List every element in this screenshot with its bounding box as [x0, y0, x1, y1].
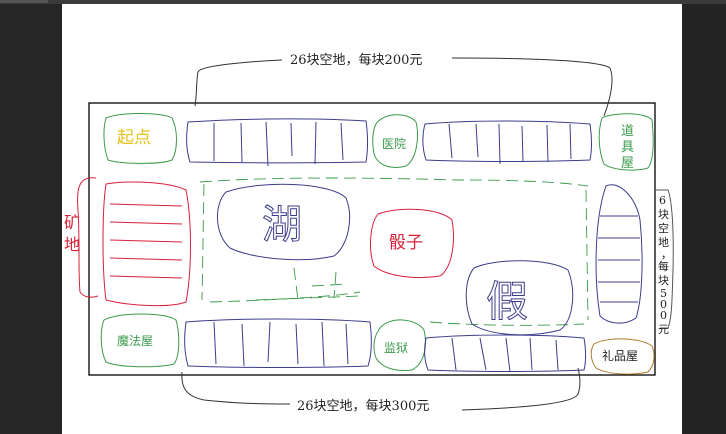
svg-text:道: 道: [621, 124, 634, 139]
svg-text:空: 空: [658, 221, 669, 235]
svg-text:6: 6: [659, 194, 666, 207]
svg-text:地: 地: [64, 235, 80, 254]
dice-label: 骰子: [389, 233, 423, 253]
mine-plots: [102, 181, 191, 307]
start-label: 起点: [117, 128, 151, 148]
lake-label: 湖: [262, 202, 302, 248]
svg-text:0: 0: [660, 309, 667, 322]
sketch-layer: 26块空地，每块200元 26块空地，每块300元 6 块 空 地 ， 每 块 …: [64, 52, 674, 414]
bottom-left-plots: [184, 318, 372, 368]
top-note: 26块空地，每块200元: [290, 52, 422, 68]
right-note: 6 块 空 地 ， 每 块 5 0 0 元: [658, 194, 672, 336]
bottom-brace-right: [461, 367, 581, 411]
svg-text:元: 元: [658, 323, 669, 336]
svg-text:屋: 屋: [621, 156, 634, 171]
bottom-brace: [181, 371, 291, 405]
bottom-right-plots: [424, 334, 586, 373]
fake-label: 假: [486, 277, 528, 326]
svg-text:块: 块: [658, 208, 669, 221]
gift-house-label: 礼品屋: [602, 348, 638, 363]
top-brace-right: [451, 57, 613, 117]
svg-text:矿: 矿: [64, 213, 80, 232]
top-brace: [194, 59, 283, 107]
top-right-plots: [422, 120, 592, 165]
svg-text:块: 块: [658, 274, 669, 287]
magic-house-label: 魔法屋: [117, 333, 153, 348]
tool-house-label: 道 具 屋: [621, 124, 634, 171]
top-left-plots: [186, 118, 368, 167]
mine-brace: [77, 177, 99, 298]
svg-text:具: 具: [621, 140, 634, 155]
right-plots: [595, 184, 643, 324]
mine-label: 矿 地: [64, 213, 80, 254]
prison-label: 监狱: [384, 341, 408, 355]
bottom-note: 26块空地，每块300元: [297, 398, 429, 414]
svg-text:每: 每: [658, 259, 669, 273]
hospital-label: 医院: [382, 137, 406, 151]
